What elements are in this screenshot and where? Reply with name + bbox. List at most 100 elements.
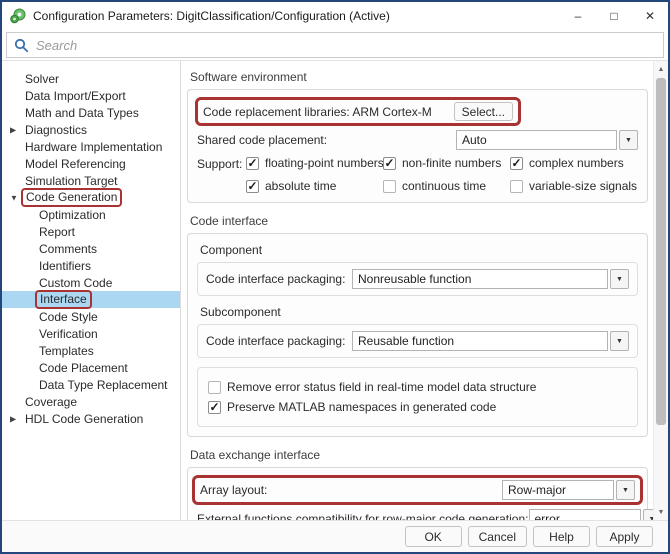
support-checkbox-grid: ✓floating-point numbers✓non-finite numbe… <box>246 156 653 193</box>
cancel-button[interactable]: Cancel <box>468 526 527 547</box>
vertical-scrollbar[interactable]: ▲ ▼ <box>653 61 668 520</box>
checkbox-item-variable-size-signals[interactable]: variable-size signals <box>510 179 653 193</box>
sidebar-item-label: Comments <box>39 242 97 256</box>
sidebar-item-code-generation[interactable]: ▼Code Generation <box>2 189 180 206</box>
checkbox-unchecked[interactable] <box>208 381 221 394</box>
software-environment-group: Code replacement libraries: ARM Cortex-M… <box>187 89 648 203</box>
sidebar-item-label: Code Placement <box>39 361 128 375</box>
support-label: Support: <box>197 156 246 193</box>
sidebar-item-verification[interactable]: Verification <box>2 325 180 342</box>
checkbox-unchecked[interactable] <box>383 180 396 193</box>
sidebar-item-templates[interactable]: Templates <box>2 342 180 359</box>
sidebar-item-label: Solver <box>25 72 59 86</box>
sidebar-item-custom-code[interactable]: Custom Code <box>2 274 180 291</box>
dialog-body: Solver Data Import/Export Math and Data Ty… <box>2 60 668 520</box>
component-packaging-dropdown[interactable]: Nonreusable function ▼ <box>352 269 629 289</box>
sidebar-item-report[interactable]: Report <box>2 223 180 240</box>
sidebar-item-code-placement[interactable]: Code Placement <box>2 359 180 376</box>
ok-button[interactable]: OK <box>405 526 462 547</box>
sidebar-item-interface[interactable]: Interface <box>2 291 180 308</box>
sidebar-item-math-and-data-types[interactable]: Math and Data Types <box>2 104 180 121</box>
sidebar-item-label: Interface <box>35 290 92 309</box>
maximize-button[interactable]: □ <box>596 2 632 30</box>
shared-code-placement-row: Shared code placement: Auto ▼ <box>197 129 638 151</box>
sidebar-item-coverage[interactable]: Coverage <box>2 393 180 410</box>
checkbox-checked[interactable]: ✓ <box>246 180 259 193</box>
scrollbar-thumb[interactable] <box>656 78 666 425</box>
checkbox-checked[interactable]: ✓ <box>510 157 523 170</box>
sidebar-item-label: Custom Code <box>39 276 112 290</box>
sidebar-item-hardware-implementation[interactable]: Hardware Implementation <box>2 138 180 155</box>
shared-code-placement-value[interactable]: Auto <box>456 130 617 150</box>
external-functions-value[interactable]: error <box>529 509 641 520</box>
interface-options: Remove error status field in real-time m… <box>197 367 638 427</box>
shared-code-placement-dropdown[interactable]: Auto ▼ <box>456 130 638 150</box>
help-button[interactable]: Help <box>533 526 590 547</box>
close-button[interactable]: ✕ <box>632 2 668 30</box>
sidebar-item-label: Code Generation <box>21 188 122 207</box>
sidebar-item-hdl-code-generation[interactable]: ▶HDL Code Generation <box>2 410 180 427</box>
checkbox-item-absolute-time[interactable]: ✓ absolute time <box>246 179 383 193</box>
subcomponent-packaging-dropdown[interactable]: Reusable function ▼ <box>352 331 629 351</box>
chevron-down-icon[interactable]: ▼ <box>610 331 629 351</box>
apply-button[interactable]: Apply <box>596 526 653 547</box>
sidebar-item-code-style[interactable]: Code Style <box>2 308 180 325</box>
sidebar-item-identifiers[interactable]: Identifiers <box>2 257 180 274</box>
array-layout-dropdown[interactable]: Row-major ▼ <box>502 480 635 500</box>
chevron-down-icon[interactable]: ▼ <box>610 269 629 289</box>
checkbox-item-preserve-matlab-namespaces-in-generated-code[interactable]: ✓ Preserve MATLAB namespaces in generated… <box>208 400 627 414</box>
component-packaging-value[interactable]: Nonreusable function <box>352 269 608 289</box>
chevron-down-icon[interactable]: ▼ <box>643 509 654 520</box>
sidebar-item-label: Data Import/Export <box>25 89 126 103</box>
external-functions-dropdown[interactable]: error ▼ <box>529 509 654 520</box>
scroll-up-icon[interactable]: ▲ <box>654 62 668 76</box>
sidebar-item-label: Hardware Implementation <box>25 140 162 154</box>
checkbox-checked[interactable]: ✓ <box>246 157 259 170</box>
checkbox-unchecked[interactable] <box>510 180 523 193</box>
subcomponent-packaging-value[interactable]: Reusable function <box>352 331 608 351</box>
subcomponent-packaging-label: Code interface packaging: <box>206 334 352 348</box>
configuration-parameters-dialog: Configuration Parameters: DigitClassific… <box>0 0 670 554</box>
sidebar-item-label: Report <box>39 225 75 239</box>
sidebar-item-diagnostics[interactable]: ▶Diagnostics <box>2 121 180 138</box>
checkbox-label: absolute time <box>265 179 336 193</box>
tree-collapse-icon[interactable]: ▼ <box>10 193 22 202</box>
sidebar-item-comments[interactable]: Comments <box>2 240 180 257</box>
sidebar-item-label: Coverage <box>25 395 77 409</box>
search-input[interactable]: Search <box>6 32 664 58</box>
checkbox-item-non-finite-numbers[interactable]: ✓non-finite numbers <box>383 156 510 170</box>
sidebar-item-optimization[interactable]: Optimization <box>2 206 180 223</box>
checkbox-label: Preserve MATLAB namespaces in generated … <box>227 400 496 414</box>
checkbox-checked[interactable]: ✓ <box>208 401 221 414</box>
scroll-down-icon[interactable]: ▼ <box>654 505 668 519</box>
sidebar-item-label: Verification <box>39 327 98 341</box>
sidebar-item-simulation-target[interactable]: Simulation Target <box>2 172 180 189</box>
sidebar-item-data-import-export[interactable]: Data Import/Export <box>2 87 180 104</box>
array-layout-value[interactable]: Row-major <box>502 480 614 500</box>
sidebar-item-data-type-replacement[interactable]: Data Type Replacement <box>2 376 180 393</box>
dialog-footer: OK Cancel Help Apply <box>2 520 668 552</box>
component-label: Component <box>200 243 638 257</box>
window-title: Configuration Parameters: DigitClassific… <box>33 9 560 23</box>
sidebar-item-label: Math and Data Types <box>25 106 139 120</box>
checkbox-item-continuous-time[interactable]: continuous time <box>383 179 510 193</box>
checkbox-item-floating-point-numbers[interactable]: ✓floating-point numbers <box>246 156 383 170</box>
checkbox-item-complex-numbers[interactable]: ✓complex numbers <box>510 156 653 170</box>
checkbox-checked[interactable]: ✓ <box>383 157 396 170</box>
tree-expand-icon[interactable]: ▶ <box>10 125 22 134</box>
sidebar-item-label: Code Style <box>39 310 98 324</box>
sidebar-item-label: Simulation Target <box>25 174 118 188</box>
sidebar-item-solver[interactable]: Solver <box>2 70 180 87</box>
sidebar-item-label: Optimization <box>39 208 106 222</box>
tree-expand-icon[interactable]: ▶ <box>10 414 22 423</box>
checkbox-label: Remove error status field in real-time m… <box>227 380 536 394</box>
subcomponent-box: Code interface packaging: Reusable funct… <box>197 324 638 358</box>
section-heading-data-exchange: Data exchange interface <box>190 448 648 462</box>
minimize-button[interactable]: – <box>560 2 596 30</box>
data-exchange-group: Array layout: Row-major ▼ External funct… <box>187 467 648 520</box>
chevron-down-icon[interactable]: ▼ <box>616 480 635 500</box>
sidebar-item-model-referencing[interactable]: Model Referencing <box>2 155 180 172</box>
checkbox-item-remove-error-status-field-in-real-time-model-data-structure[interactable]: Remove error status field in real-time m… <box>208 380 627 394</box>
select-button[interactable]: Select... <box>454 102 513 121</box>
chevron-down-icon[interactable]: ▼ <box>619 130 638 150</box>
